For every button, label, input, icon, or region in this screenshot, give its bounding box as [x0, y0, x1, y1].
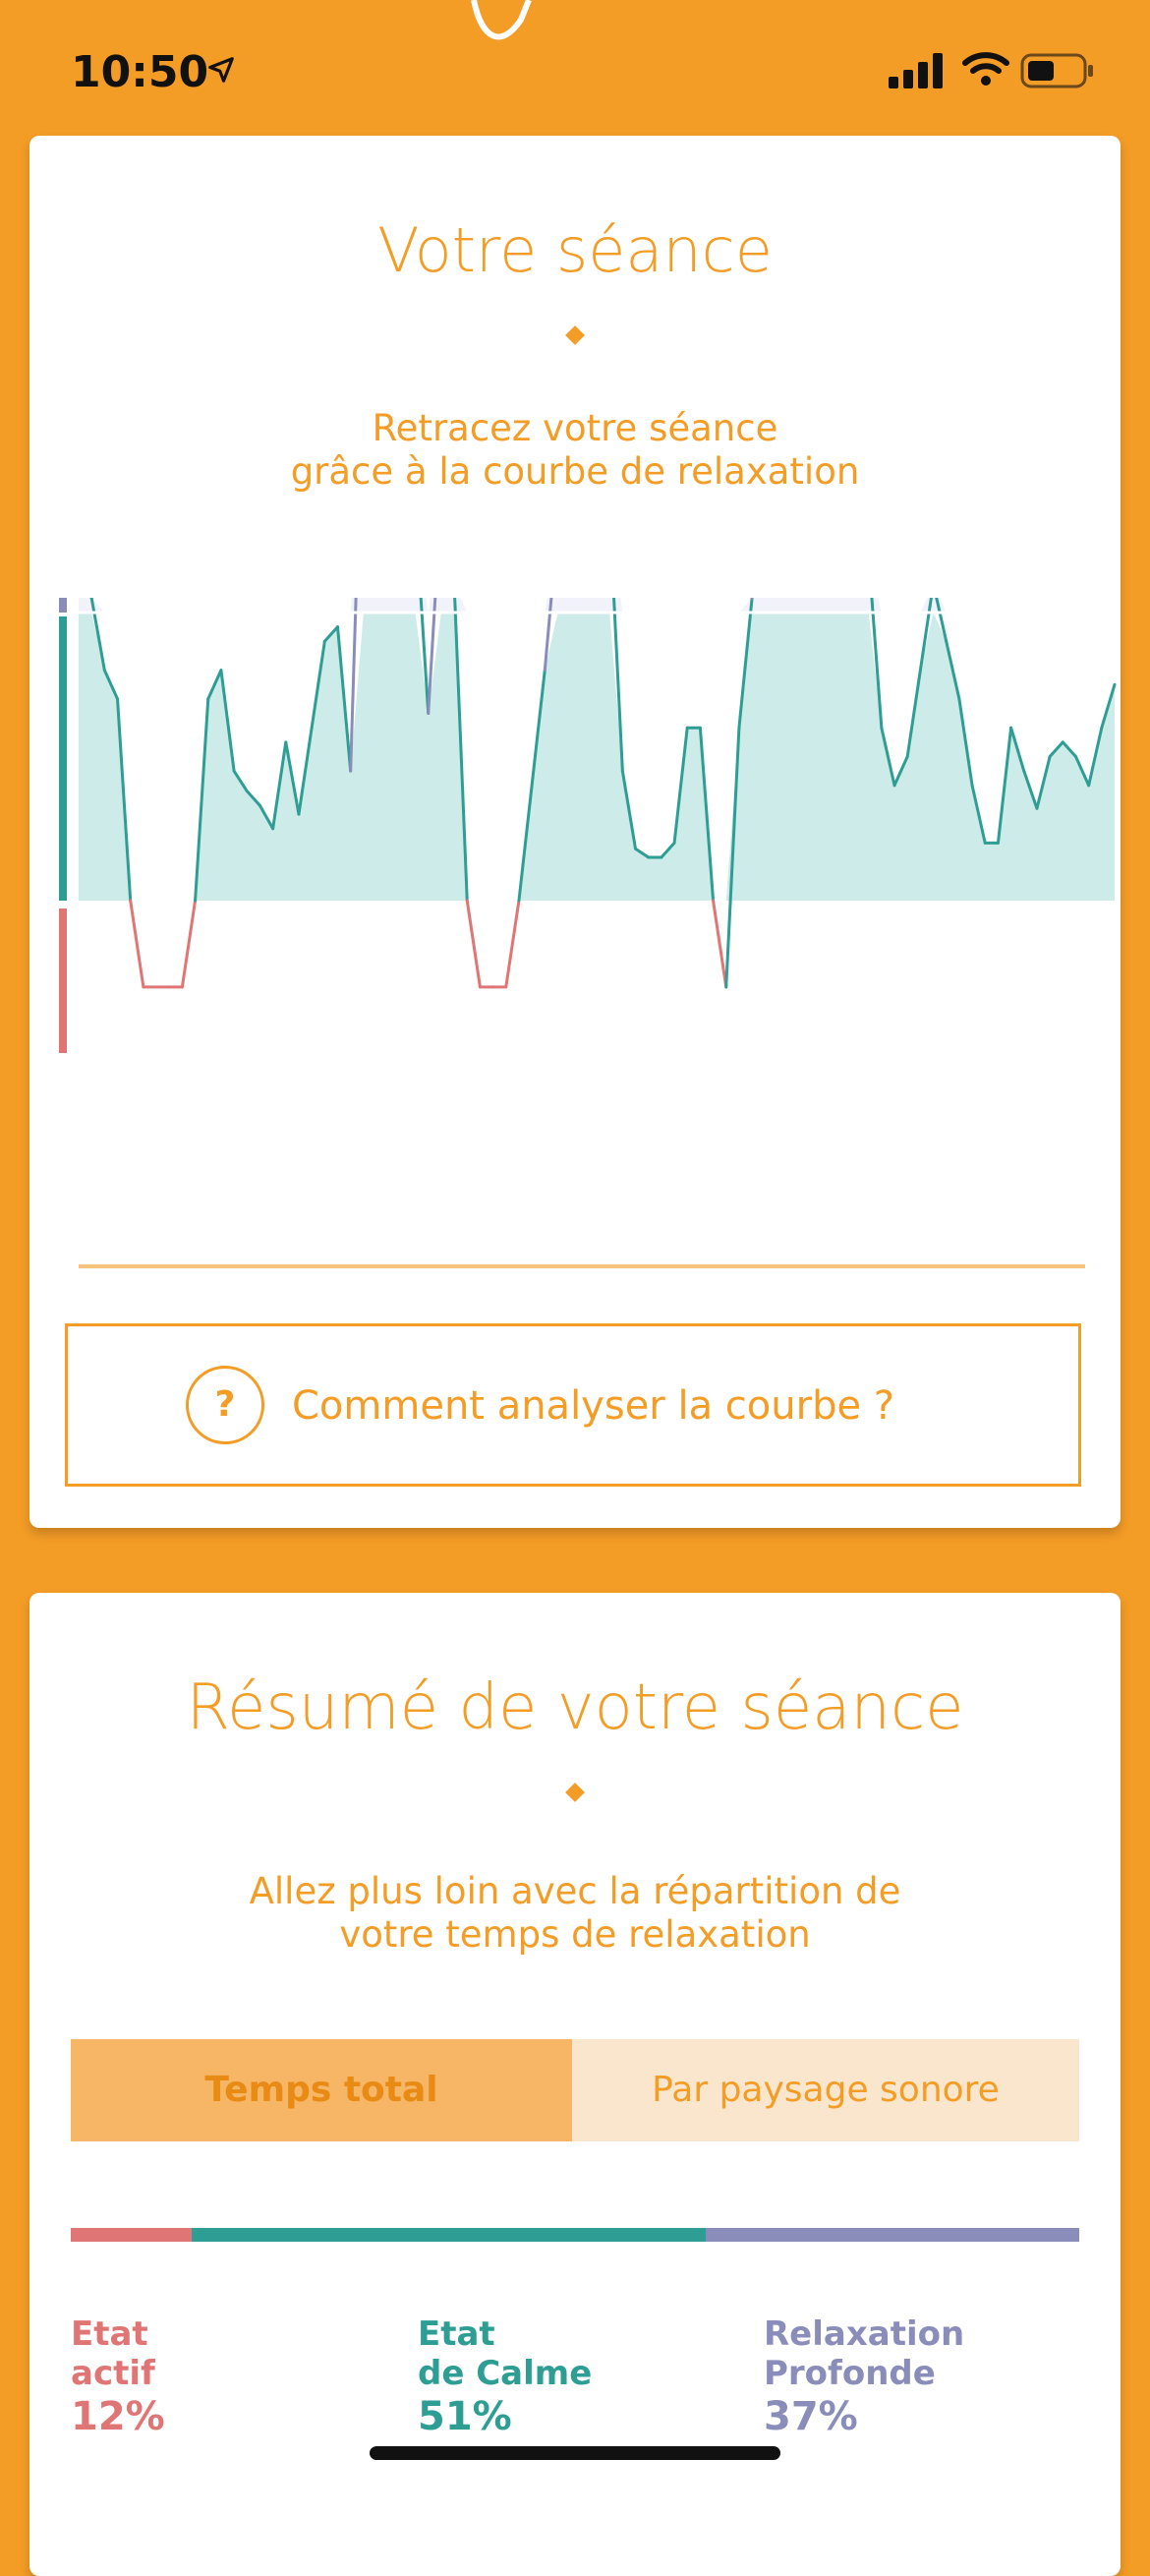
deep-axis-bar: [59, 598, 67, 613]
battery-icon: [1020, 53, 1095, 88]
status-bar: 10:50: [0, 0, 1150, 138]
session-card: Votre séance Retracez votre séance grâce…: [29, 136, 1121, 1528]
tab-total-time[interactable]: Temps total: [71, 2039, 572, 2141]
summary-tabs: Temps total Par paysage sonore: [71, 2039, 1079, 2141]
curve-segment: [131, 901, 144, 987]
signal-icon: [889, 53, 944, 88]
active-axis-bar: [59, 908, 67, 1053]
location-arrow-icon: [206, 55, 236, 85]
active-percentage: 12%: [71, 2397, 165, 2436]
distribution-segment: [71, 2228, 192, 2242]
analyze-curve-button[interactable]: ? Comment analyser la courbe ?: [65, 1323, 1081, 1487]
distribution-bar: [71, 2228, 1079, 2242]
distribution-segment: [192, 2228, 706, 2242]
distribution-segment: [706, 2228, 1079, 2242]
calm-axis-bar: [59, 616, 67, 901]
summary-subtitle: Allez plus loin avec la répartition de v…: [29, 1870, 1121, 1957]
status-time: 10:50: [71, 47, 208, 97]
logo-curve-icon: [462, 0, 541, 49]
tab-by-soundscape[interactable]: Par paysage sonore: [572, 2039, 1079, 2141]
legend-calm: Etat de Calme 51%: [418, 2314, 592, 2436]
relaxation-curve-chart: [59, 598, 1121, 1227]
deep-percentage: 37%: [764, 2397, 964, 2436]
summary-title: Résumé de votre séance: [29, 1671, 1121, 1744]
legend-deep-relaxation: Relaxation Profonde 37%: [764, 2314, 964, 2436]
summary-card: Résumé de votre séance Allez plus loin a…: [29, 1593, 1121, 2576]
divider-line: [79, 1264, 1085, 1268]
curve-segment: [506, 901, 519, 987]
legend-active: Etat actif 12%: [71, 2314, 165, 2436]
analyze-curve-label: Comment analyser la courbe ?: [292, 1383, 894, 1429]
calm-zone-fill: [79, 613, 1115, 901]
home-indicator[interactable]: [370, 2446, 780, 2460]
diamond-divider: [565, 325, 585, 345]
session-subtitle: Retracez votre séance grâce à la courbe …: [29, 407, 1121, 494]
calm-percentage: 51%: [418, 2397, 592, 2436]
question-icon: ?: [186, 1366, 264, 1444]
session-title: Votre séance: [29, 214, 1121, 286]
curve-segment: [182, 901, 195, 987]
diamond-divider: [565, 1783, 585, 1802]
wifi-icon: [961, 49, 1010, 88]
curve-segment: [714, 901, 726, 987]
deep-zone-fill: [79, 598, 1115, 613]
curve-segment: [467, 901, 480, 987]
